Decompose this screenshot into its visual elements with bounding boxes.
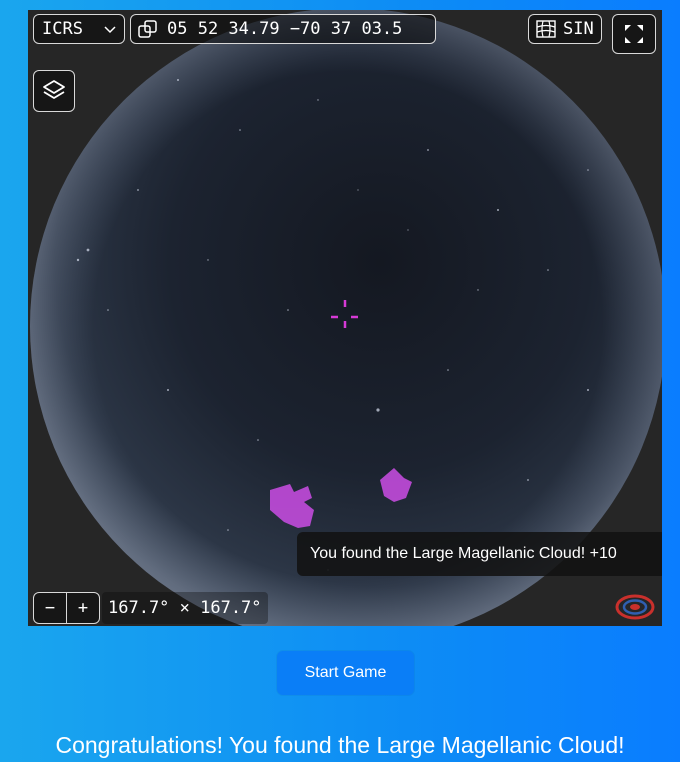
zoom-in-label: +: [77, 598, 89, 618]
fov-display: 167.7° × 167.7°: [102, 592, 268, 624]
frame-select[interactable]: ICRS: [33, 14, 125, 44]
congratulations-message: Congratulations! You found the Large Mag…: [55, 732, 625, 758]
projection-button[interactable]: SIN: [528, 14, 602, 44]
zoom-out-button[interactable]: −: [33, 592, 67, 624]
layers-icon: [43, 80, 65, 99]
projection-label: SIN: [563, 19, 594, 39]
zoom-in-button[interactable]: +: [66, 592, 100, 624]
coordinates-field[interactable]: 05 52 34.79 −70 37 03.5: [130, 14, 436, 44]
chevron-down-icon: [104, 26, 116, 34]
grid-icon: [536, 20, 556, 38]
aladin-logo-icon: [615, 594, 655, 620]
frame-label: ICRS: [42, 19, 83, 39]
expand-icon: [625, 25, 643, 43]
fullscreen-button[interactable]: [612, 14, 656, 54]
copy-icon[interactable]: [137, 18, 159, 40]
zoom-out-label: −: [44, 598, 56, 618]
start-game-button[interactable]: Start Game: [277, 651, 414, 695]
found-toast: You found the Large Magellanic Cloud! +1…: [297, 532, 662, 576]
layers-button[interactable]: [33, 70, 75, 112]
sky-viewer[interactable]: ICRS 05 52 34.79 −70 37 03.5 SIN − + 167…: [28, 10, 662, 626]
coordinates-value: 05 52 34.79 −70 37 03.5: [167, 19, 403, 39]
